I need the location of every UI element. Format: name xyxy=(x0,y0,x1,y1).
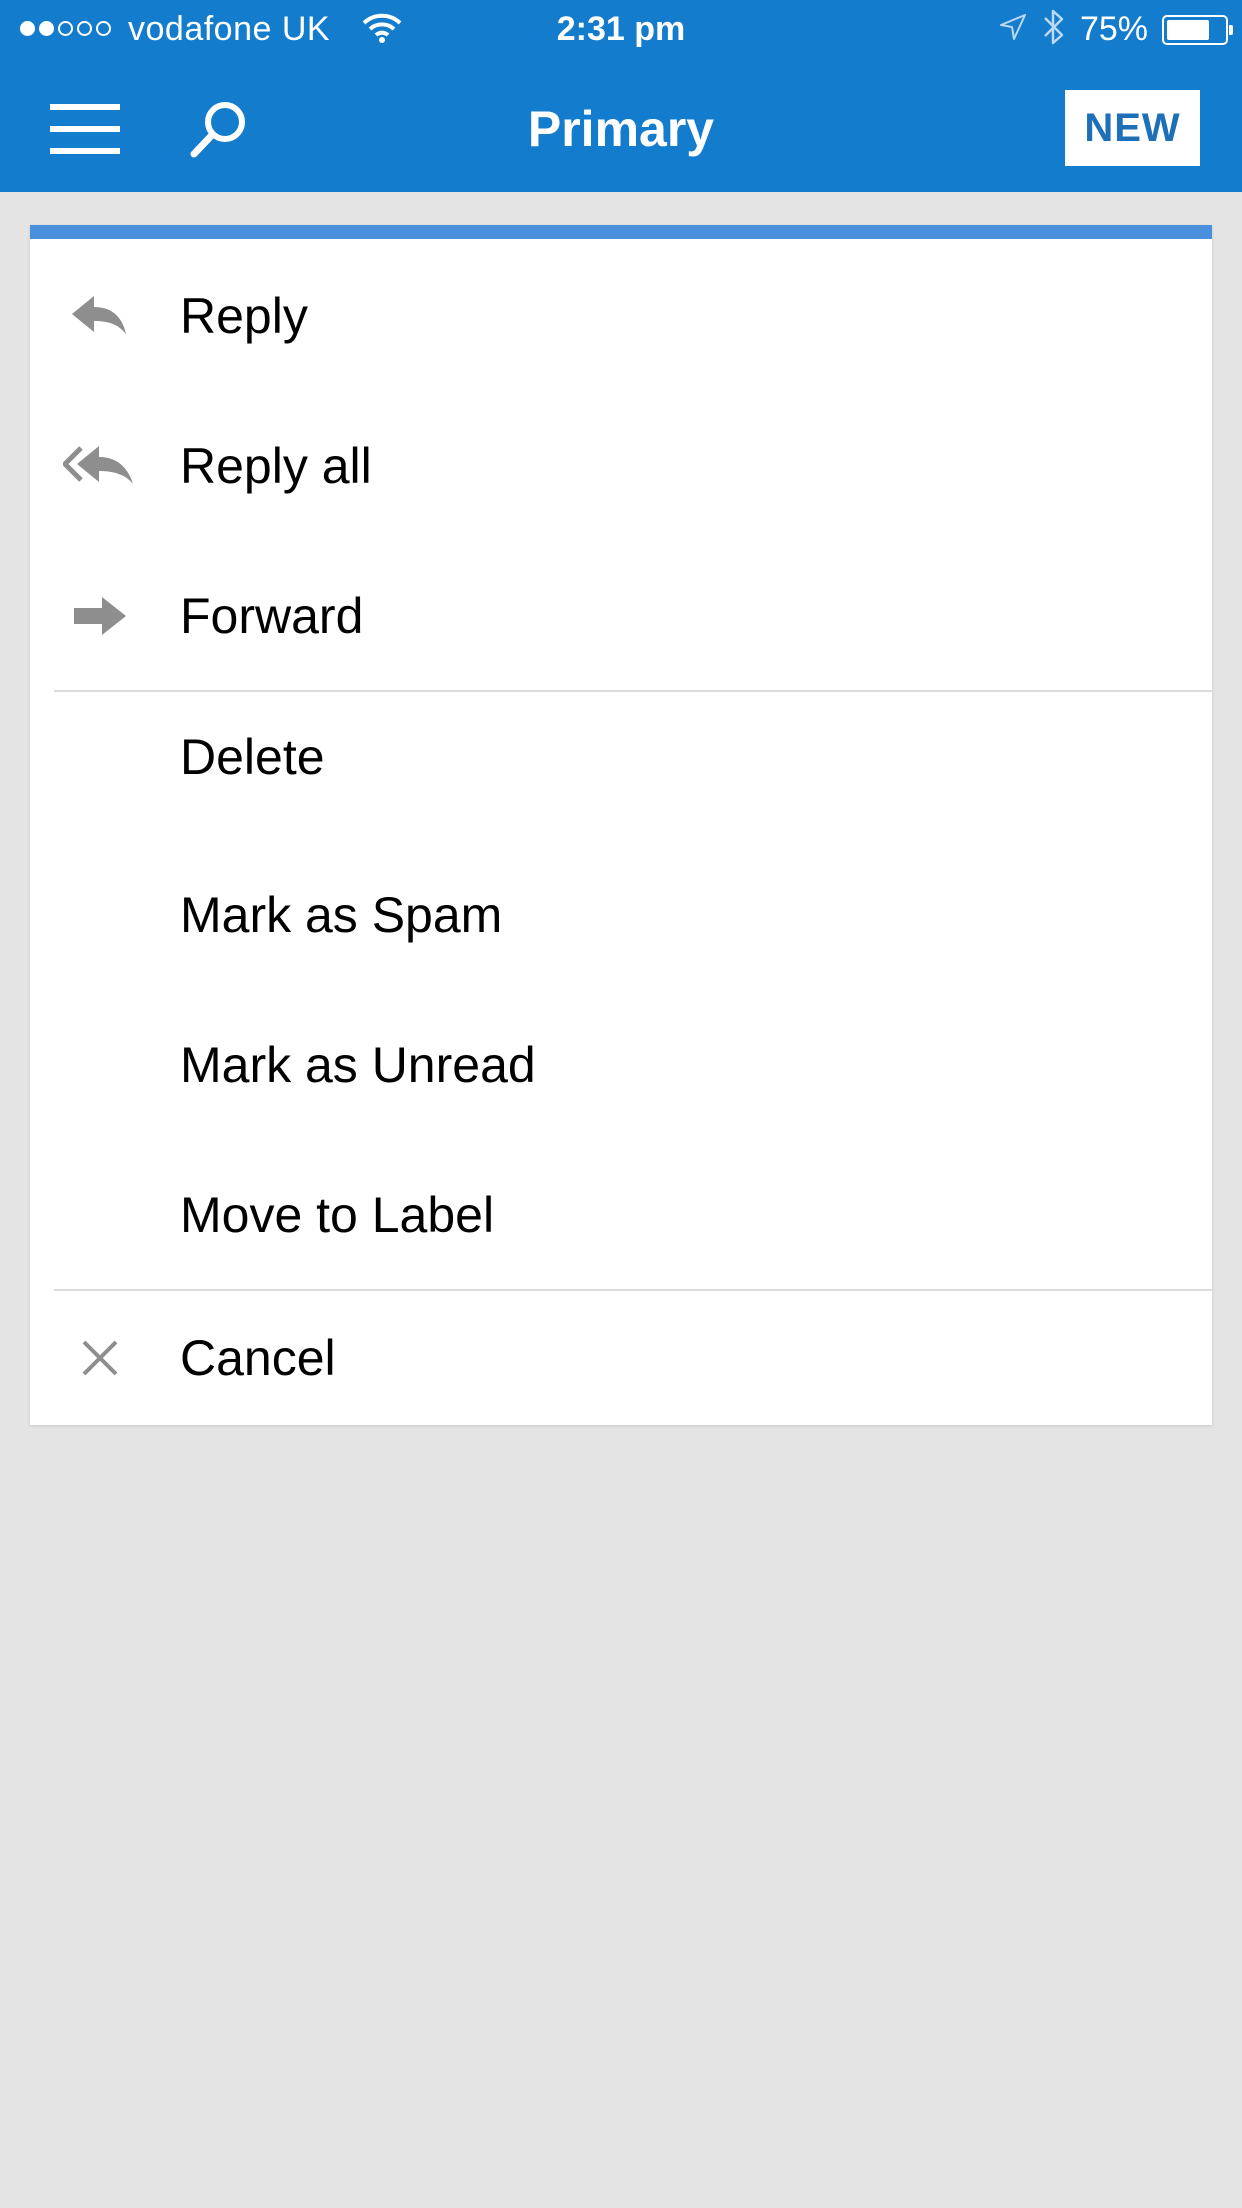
reply-button[interactable]: Reply xyxy=(30,241,1212,391)
move-to-label-button[interactable]: Move to Label xyxy=(30,1140,1212,1290)
cancel-label: Cancel xyxy=(180,1330,336,1386)
close-icon xyxy=(60,1328,140,1388)
battery-level xyxy=(1167,19,1209,40)
battery-icon xyxy=(1162,14,1233,45)
mark-as-spam-label: Mark as Spam xyxy=(180,887,503,943)
forward-icon xyxy=(60,586,140,646)
delete-button[interactable]: Delete xyxy=(30,692,1212,822)
mark-as-unread-label: Mark as Unread xyxy=(180,1037,536,1093)
toolbar: Primary NEW xyxy=(0,64,1242,192)
battery-percent: 75% xyxy=(1079,10,1148,48)
reply-all-button[interactable]: Reply all xyxy=(30,391,1212,541)
bluetooth-icon xyxy=(1042,8,1066,51)
reply-icon xyxy=(60,286,140,346)
mark-as-spam-button[interactable]: Mark as Spam xyxy=(30,840,1212,990)
cancel-button[interactable]: Cancel xyxy=(30,1291,1212,1425)
reply-all-icon xyxy=(60,436,140,496)
move-to-label-label: Move to Label xyxy=(180,1187,495,1243)
hamburger-menu-icon[interactable] xyxy=(50,104,120,154)
page-title: Primary xyxy=(527,101,715,157)
mark-as-unread-button[interactable]: Mark as Unread xyxy=(30,990,1212,1140)
location-arrow-icon xyxy=(998,12,1028,47)
forward-label: Forward xyxy=(180,588,364,644)
app-header: vodafone UK 2:31 pm 75% Primary NEW xyxy=(0,0,1242,192)
action-sheet: Reply Reply all Forward Delete Mark as S… xyxy=(30,225,1212,1425)
forward-button[interactable]: Forward xyxy=(30,541,1212,691)
reply-label: Reply xyxy=(180,288,308,344)
new-button[interactable]: NEW xyxy=(1065,90,1200,166)
delete-label: Delete xyxy=(180,729,325,785)
status-bar: vodafone UK 2:31 pm 75% xyxy=(0,0,1242,64)
reply-all-label: Reply all xyxy=(180,438,372,494)
sheet-accent-bar xyxy=(30,225,1212,239)
search-icon[interactable] xyxy=(188,98,250,160)
